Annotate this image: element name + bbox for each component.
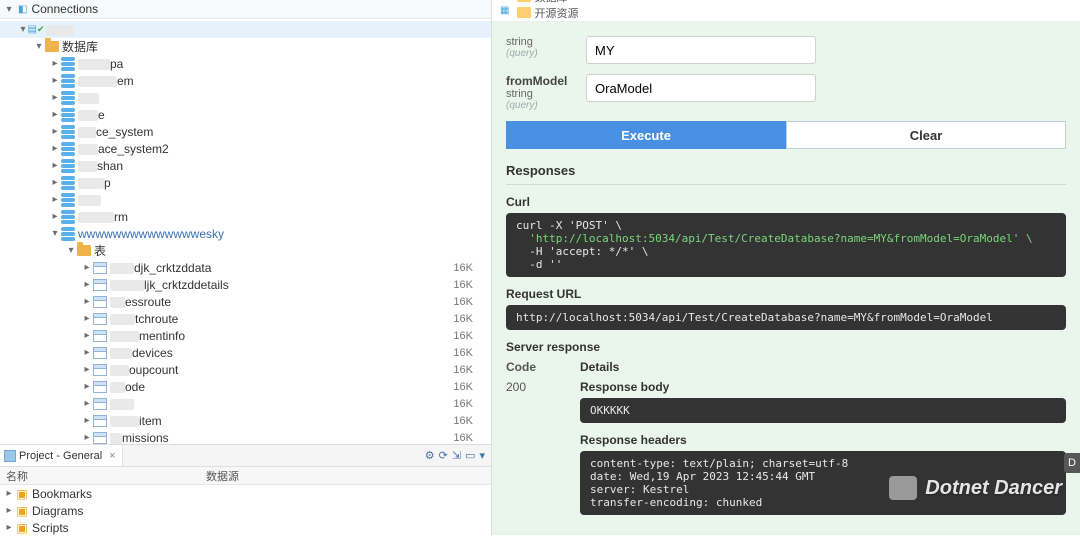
table-row[interactable]: ▸djk_crktzddata16K (0, 259, 491, 276)
table-row[interactable]: ▸ode16K (0, 378, 491, 395)
table-row[interactable]: ▸item16K (0, 412, 491, 429)
apps-icon[interactable]: ▦ (500, 5, 509, 16)
db-node[interactable]: ▸ce_system (0, 123, 491, 140)
project-item[interactable]: ▸▣Bookmarks (0, 485, 491, 502)
gear-icon[interactable]: ⚙ (425, 449, 435, 462)
database-icon: ◧ (18, 4, 27, 15)
collapse-icon[interactable]: ▾ (4, 4, 14, 15)
table-row[interactable]: ▸tchroute16K (0, 310, 491, 327)
param-in: (query) (506, 100, 586, 111)
bookmark-item[interactable]: 开源资源 (517, 5, 592, 21)
response-headers-block[interactable]: content-type: text/plain; charset=utf-8 … (580, 451, 1066, 515)
download-button[interactable]: D (1064, 453, 1080, 473)
table-row[interactable]: ▸ljk_crktzddetails16K (0, 276, 491, 293)
folder-icon (517, 0, 531, 2)
param-type: string (506, 36, 586, 48)
table-row[interactable]: ▸devices16K (0, 344, 491, 361)
db-node[interactable]: ▸rm (0, 208, 491, 225)
curl-block[interactable]: curl -X 'POST' \ 'http://localhost:5034/… (506, 213, 1066, 277)
table-row[interactable]: ▸missions16K (0, 429, 491, 444)
project-item[interactable]: ▸▣Diagrams (0, 502, 491, 519)
request-url-block[interactable]: http://localhost:5034/api/Test/CreateDat… (506, 305, 1066, 330)
tables-folder[interactable]: ▾ 表 (0, 242, 491, 259)
curl-heading: Curl (506, 195, 1066, 209)
server-response-heading: Server response (506, 340, 1066, 354)
collapse-icon[interactable]: ▭ (465, 449, 475, 462)
db-node[interactable]: ▸ace_system2 (0, 140, 491, 157)
details-column-header: Details (580, 360, 1066, 374)
response-body-heading: Response body (580, 380, 1066, 394)
connections-panel-header: ▾ ◧ Connections (0, 0, 491, 19)
response-body-block[interactable]: OKKKKK (580, 398, 1066, 423)
execute-button[interactable]: Execute (506, 121, 786, 149)
project-columns-header: 名称 数据源 (0, 467, 491, 485)
folder-icon (517, 7, 531, 18)
project-icon (4, 450, 16, 462)
param-in: (query) (506, 48, 586, 59)
param-type: string (506, 88, 586, 100)
code-column-header: Code (506, 360, 566, 374)
close-icon[interactable]: × (109, 450, 115, 462)
request-url-heading: Request URL (506, 287, 1066, 301)
databases-folder[interactable]: ▾ 数据库 (0, 38, 491, 55)
db-node[interactable]: ▸em (0, 72, 491, 89)
db-node[interactable]: ▸shan (0, 157, 491, 174)
param-input-frommodel[interactable] (586, 74, 816, 102)
expand-icon[interactable]: ⇲ (452, 449, 461, 462)
param-label-frommodel: fromModel (506, 74, 586, 88)
more-icon[interactable]: ▾ (479, 449, 485, 462)
param-input-name[interactable] (586, 36, 816, 64)
db-node[interactable]: ▸ (0, 191, 491, 208)
clear-button[interactable]: Clear (786, 121, 1066, 149)
connections-title: Connections (31, 2, 98, 16)
db-node[interactable]: ▸e (0, 106, 491, 123)
table-row[interactable]: ▸oupcount16K (0, 361, 491, 378)
db-node[interactable]: ▸p (0, 174, 491, 191)
project-item[interactable]: ▸▣Scripts (0, 519, 491, 536)
browser-bookmarks-bar: ▦ 翻译 前端 .NET技术栈 数据库 开源资源 快速访问 案例和参考 ROS … (492, 0, 1080, 22)
responses-heading: Responses (506, 163, 1066, 178)
tab-project-general[interactable]: Project - General × (0, 445, 123, 466)
table-row[interactable]: ▸16K (0, 395, 491, 412)
connection-root[interactable]: ▾ ▤✔ (0, 21, 491, 38)
connections-tree: ▾ ▤✔ ▾ 数据库 ▸pa▸em▸▸e▸ce_system▸ace_syste… (0, 19, 491, 444)
refresh-icon[interactable]: ⟳ (439, 449, 448, 462)
response-headers-heading: Response headers (580, 433, 1066, 447)
table-row[interactable]: ▸mentinfo16K (0, 327, 491, 344)
table-row[interactable]: ▸essroute16K (0, 293, 491, 310)
db-node[interactable]: ▸pa (0, 55, 491, 72)
response-code: 200 (506, 380, 566, 515)
db-active[interactable]: ▾ wwwwwwwwwwwwwwesky (0, 225, 491, 242)
db-node[interactable]: ▸ (0, 89, 491, 106)
